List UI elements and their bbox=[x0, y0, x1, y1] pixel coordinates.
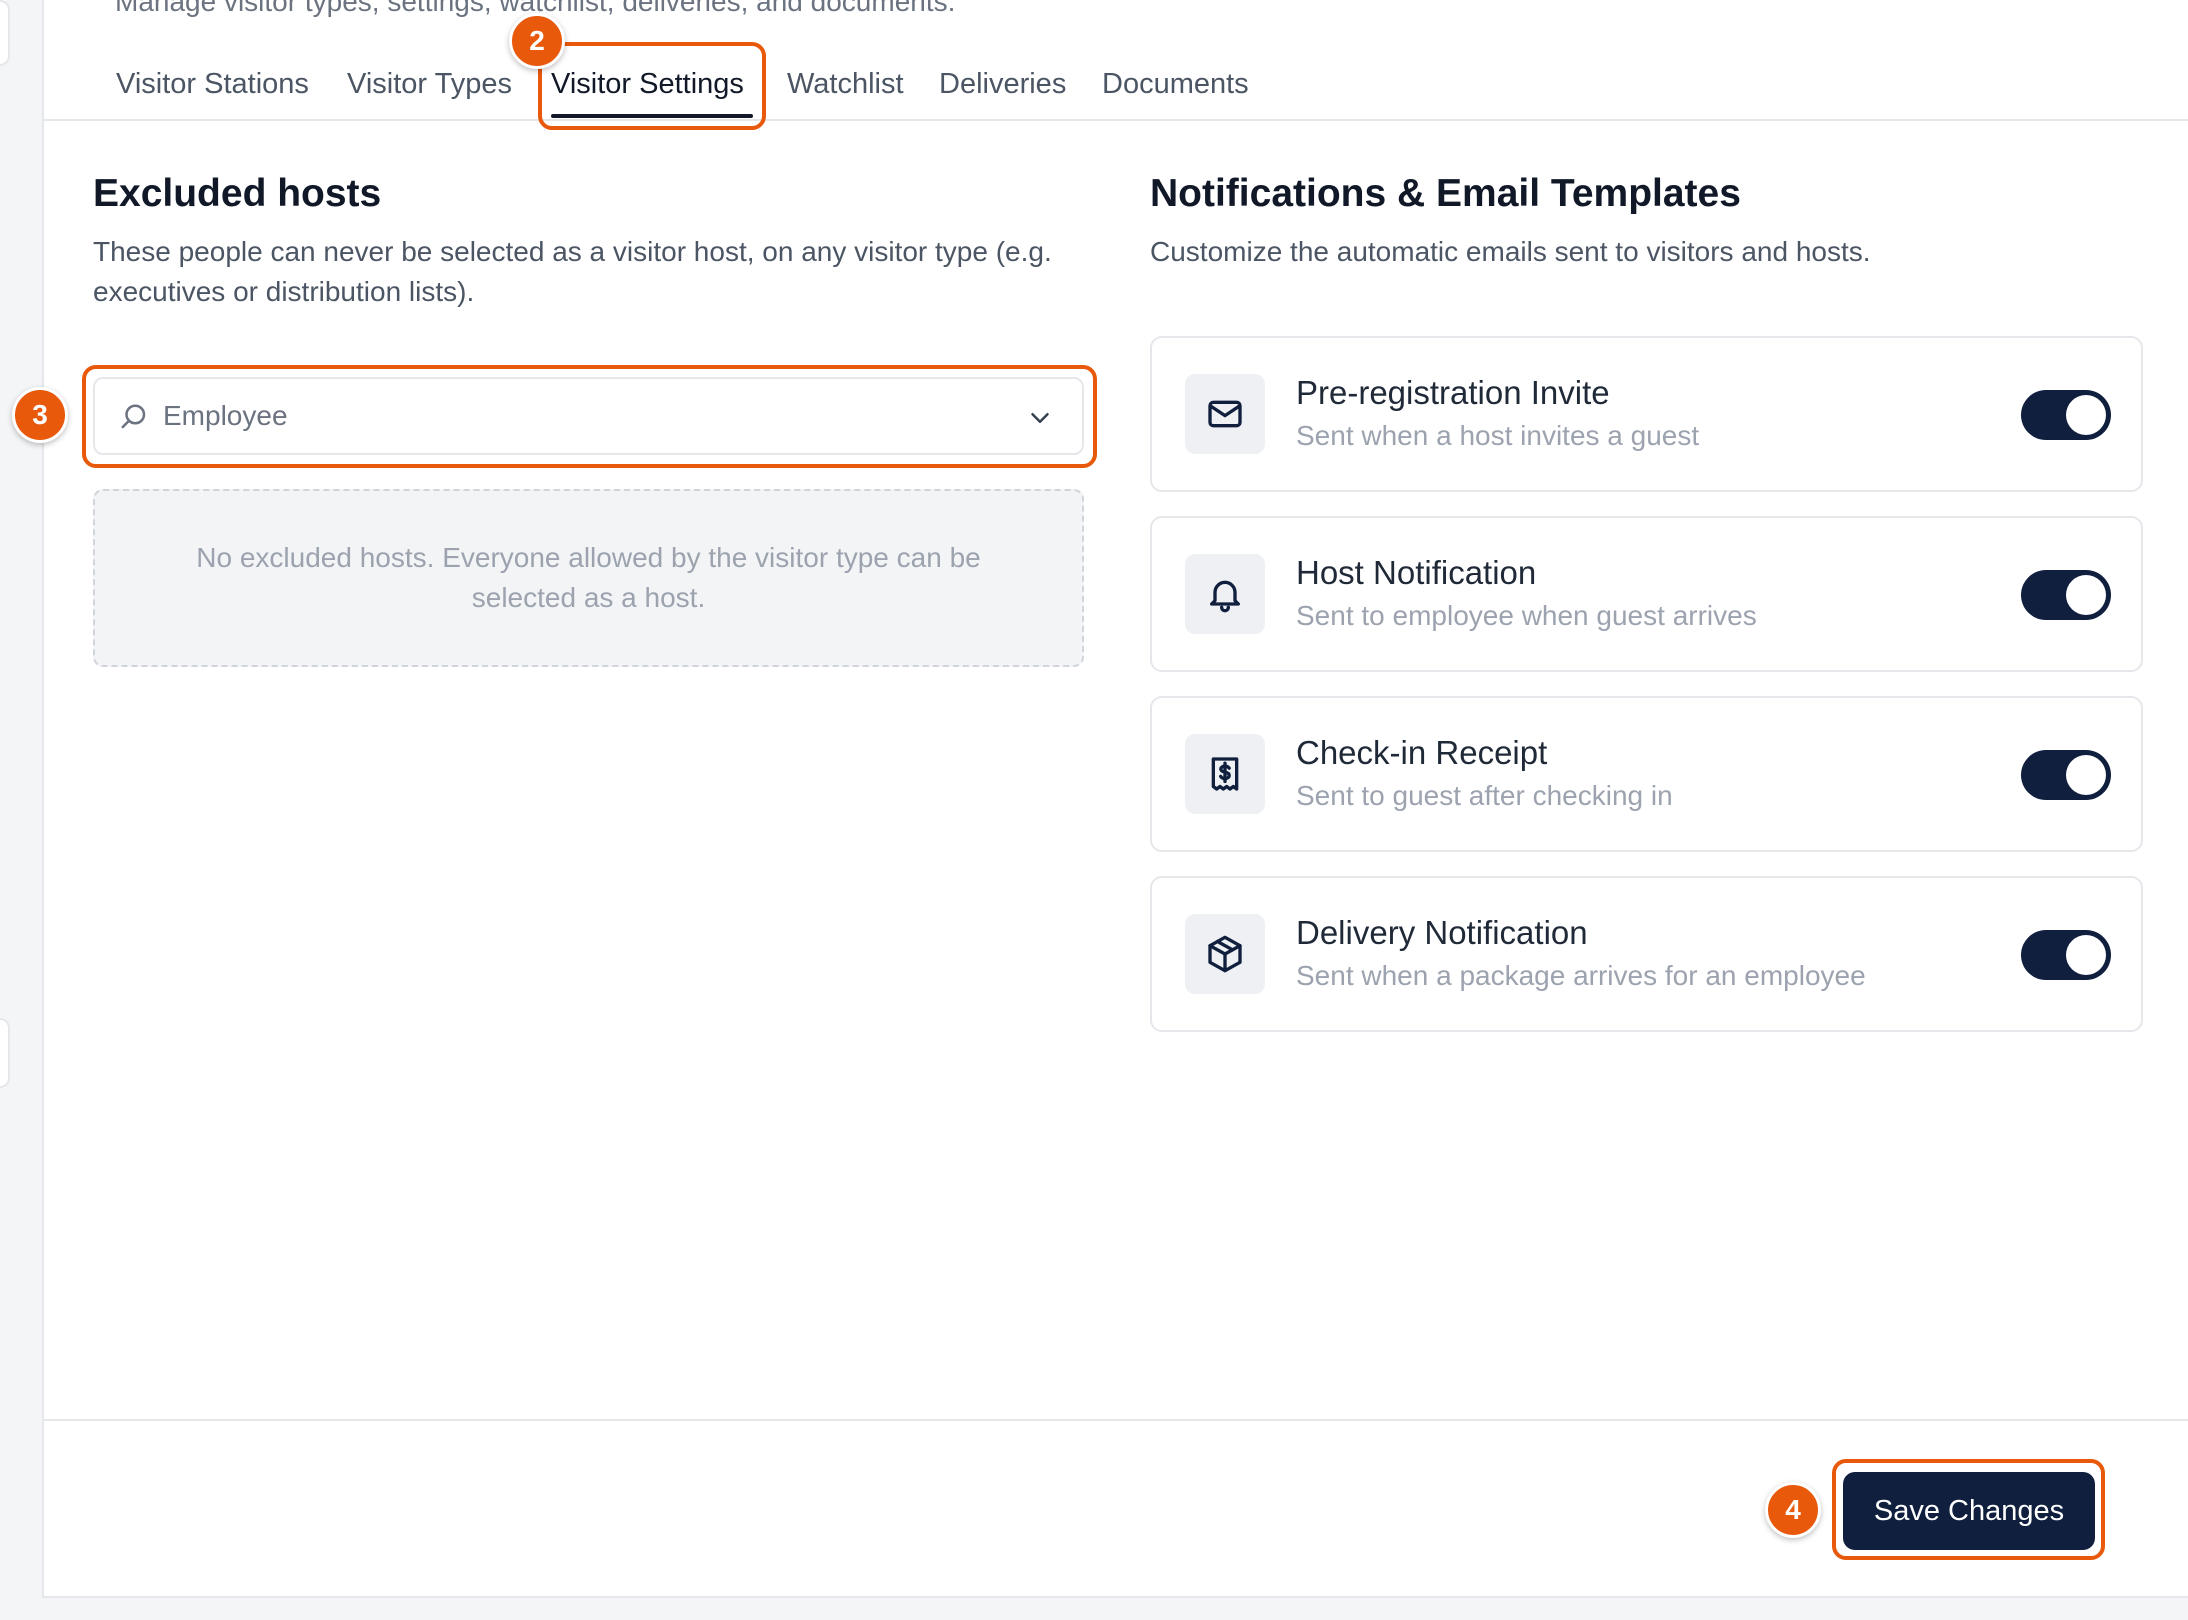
tab-documents[interactable]: Documents bbox=[1102, 68, 1249, 101]
step-badge-2: 2 bbox=[509, 13, 565, 69]
receipt-icon bbox=[1185, 734, 1265, 814]
highlight-visitor-settings-tab bbox=[538, 42, 766, 130]
excluded-hosts-empty-state: No excluded hosts. Everyone allowed by t… bbox=[93, 489, 1084, 667]
notification-card-host: Host Notification Sent to employee when … bbox=[1150, 516, 2143, 672]
toggle-knob bbox=[2066, 755, 2106, 795]
toggle-knob bbox=[2066, 935, 2106, 975]
card-subtitle: Sent when a package arrives for an emplo… bbox=[1296, 960, 1866, 991]
highlight-save-button bbox=[1832, 1459, 2105, 1560]
step-badge-3: 3 bbox=[12, 387, 68, 443]
tabs-divider bbox=[44, 119, 2188, 121]
notifications-title: Notifications & Email Templates bbox=[1150, 172, 1741, 215]
card-subtitle: Sent to employee when guest arrives bbox=[1296, 600, 1757, 631]
step-badge-4: 4 bbox=[1765, 1482, 1821, 1538]
tab-watchlist[interactable]: Watchlist bbox=[787, 68, 904, 101]
tab-deliveries[interactable]: Deliveries bbox=[939, 68, 1066, 101]
host-notification-toggle[interactable] bbox=[2021, 570, 2111, 620]
toggle-knob bbox=[2066, 575, 2106, 615]
card-subtitle: Sent when a host invites a guest bbox=[1296, 420, 1700, 451]
notification-card-check-in-receipt: Check-in Receipt Sent to guest after che… bbox=[1150, 696, 2143, 852]
notification-card-delivery: Delivery Notification Sent when a packag… bbox=[1150, 876, 2143, 1032]
tab-visitor-stations[interactable]: Visitor Stations bbox=[116, 68, 309, 101]
card-title: Delivery Notification bbox=[1296, 914, 1588, 951]
card-title: Pre-registration Invite bbox=[1296, 374, 1610, 411]
empty-state-message: No excluded hosts. Everyone allowed by t… bbox=[196, 542, 981, 613]
notifications-description: Customize the automatic emails sent to v… bbox=[1150, 236, 1871, 267]
mail-icon bbox=[1185, 374, 1265, 454]
left-panel-edge-bottom bbox=[0, 1018, 10, 1088]
notification-card-pre-registration: Pre-registration Invite Sent when a host… bbox=[1150, 336, 2143, 492]
toggle-knob bbox=[2066, 395, 2106, 435]
pre-registration-toggle[interactable] bbox=[2021, 390, 2111, 440]
highlight-employee-search bbox=[82, 365, 1097, 468]
footer-divider bbox=[44, 1419, 2188, 1421]
card-title: Host Notification bbox=[1296, 554, 1537, 591]
card-title: Check-in Receipt bbox=[1296, 734, 1548, 771]
card-subtitle: Sent to guest after checking in bbox=[1296, 780, 1673, 811]
left-panel-edge-top bbox=[0, 0, 10, 66]
tab-visitor-types[interactable]: Visitor Types bbox=[347, 68, 512, 101]
excluded-hosts-description: These people can never be selected as a … bbox=[93, 236, 1052, 307]
package-icon bbox=[1185, 914, 1265, 994]
delivery-notification-toggle[interactable] bbox=[2021, 930, 2111, 980]
check-in-receipt-toggle[interactable] bbox=[2021, 750, 2111, 800]
bell-icon bbox=[1185, 554, 1265, 634]
excluded-hosts-title: Excluded hosts bbox=[93, 172, 382, 215]
